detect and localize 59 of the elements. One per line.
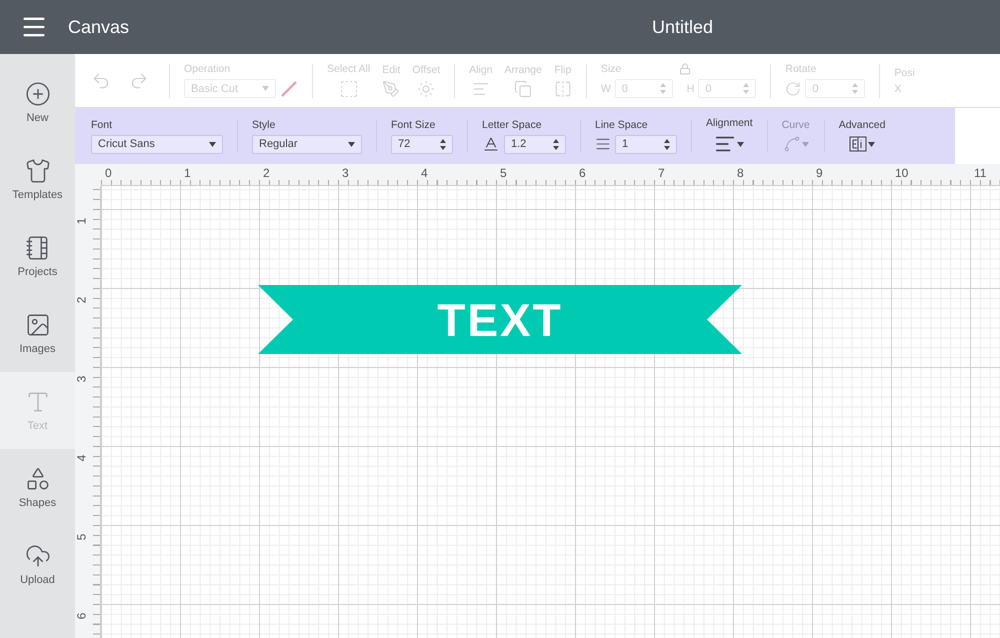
caret-icon xyxy=(262,86,269,91)
pen-line-icon xyxy=(280,80,298,98)
ruler-label: 11 xyxy=(974,166,986,180)
ruler-label: 0 xyxy=(105,166,112,180)
ruler-label: 10 xyxy=(895,166,908,180)
ruler-label: 6 xyxy=(75,612,88,620)
spinner-icon[interactable] xyxy=(553,138,559,150)
line-spacing-icon xyxy=(595,136,611,152)
sidebar-item[interactable]: Templates xyxy=(0,141,75,218)
caret-icon xyxy=(802,142,809,146)
font-label: Font xyxy=(91,118,114,130)
sidebar-item[interactable]: Projects xyxy=(0,218,75,295)
letter-spacing-icon xyxy=(482,135,500,153)
sidebar-item[interactable]: Upload xyxy=(0,526,75,603)
ruler-label: 8 xyxy=(737,166,744,180)
letter-space-label: Letter Space xyxy=(482,118,543,130)
ruler-label: 2 xyxy=(263,166,270,180)
shirt-icon xyxy=(24,158,50,184)
caret-icon xyxy=(209,142,216,146)
alignment-label: Alignment xyxy=(706,117,753,129)
ribbon-banner[interactable] xyxy=(258,285,742,354)
ruler-label: 2 xyxy=(75,296,88,304)
advanced-label: Advanced xyxy=(838,119,886,131)
notebook-icon xyxy=(24,235,50,261)
font-size-field[interactable]: 72 xyxy=(391,134,453,154)
ruler-label: 6 xyxy=(579,166,586,180)
style-select[interactable]: Regular xyxy=(252,134,362,154)
curve-label: Curve xyxy=(782,119,810,131)
ruler-label: 4 xyxy=(421,166,428,180)
app-title: Canvas xyxy=(68,16,130,38)
ruler-label: 7 xyxy=(658,166,665,180)
caret-icon xyxy=(737,142,744,146)
plus-circle-icon xyxy=(24,81,50,107)
caret-icon xyxy=(348,142,355,146)
sidebar-item[interactable]: Shapes xyxy=(0,449,75,526)
ruler-label: 1 xyxy=(184,166,191,180)
style-label: Style xyxy=(252,118,276,130)
font-select[interactable]: Cricut Sans xyxy=(91,134,223,154)
line-space-label: Line Space xyxy=(595,118,649,130)
ruler-label: 3 xyxy=(342,166,349,180)
cloud-upload-icon xyxy=(24,543,50,569)
spinner-icon[interactable] xyxy=(440,138,446,150)
caret-icon xyxy=(868,142,876,146)
line-space-field[interactable]: 1 xyxy=(615,134,677,154)
ruler-label: 5 xyxy=(75,534,88,540)
sidebar-item[interactable]: New xyxy=(0,64,75,141)
letter-space-field[interactable]: 1.2 xyxy=(504,134,566,154)
font-size-label: Font Size xyxy=(391,118,436,130)
ruler-label: 5 xyxy=(500,166,507,180)
shapes-icon xyxy=(24,466,50,492)
ruler-label: 1 xyxy=(75,218,88,224)
image-icon xyxy=(24,312,50,338)
ruler-label: 9 xyxy=(816,166,823,180)
ruler-label: 4 xyxy=(75,454,88,462)
ruler-label: 3 xyxy=(75,376,88,382)
sidebar-item[interactable]: Images xyxy=(0,295,75,372)
advanced-icon[interactable] xyxy=(849,135,876,153)
document-title: Untitled xyxy=(652,16,713,38)
spinner-icon[interactable] xyxy=(664,138,670,150)
